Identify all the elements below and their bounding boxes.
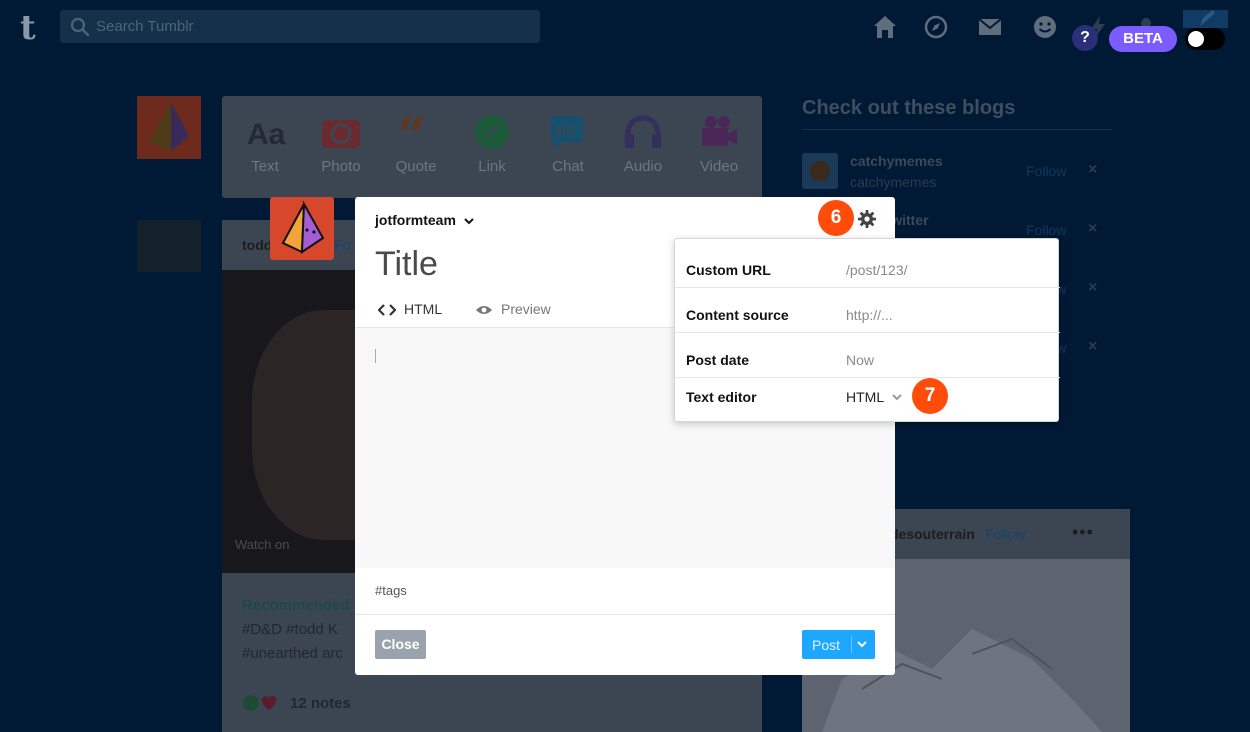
dismiss-blog-icon[interactable]: × xyxy=(1088,338,1097,356)
setting-label: Content source xyxy=(686,307,789,323)
custom-url-input[interactable]: /post/123/ xyxy=(846,262,908,278)
headphones-icon xyxy=(624,115,662,148)
more-options-icon[interactable]: ••• xyxy=(1072,522,1094,543)
modal-blog-avatar xyxy=(270,197,334,260)
radar-follow-link[interactable]: Follow xyxy=(985,526,1025,542)
post-type-chat[interactable]: hi! Chat xyxy=(538,114,598,175)
text-cursor xyxy=(375,349,376,363)
post-tags-line[interactable]: #unearthed arc xyxy=(242,645,343,662)
reactions-icon xyxy=(243,695,277,711)
chevron-down-icon[interactable] xyxy=(890,390,904,404)
blog-subtitle: catchymemes xyxy=(850,174,937,190)
tab-html[interactable]: HTML xyxy=(377,301,442,317)
close-button[interactable]: Close xyxy=(375,630,426,659)
setting-label: Post date xyxy=(686,352,750,368)
setting-post-date[interactable]: Post date Now xyxy=(675,333,1060,378)
setting-text-editor[interactable]: Text editor HTML xyxy=(675,377,1060,422)
blog-selector-label: jotformteam xyxy=(375,212,456,228)
setting-label: Custom URL xyxy=(686,262,771,278)
svg-text:“: “ xyxy=(397,114,427,150)
dismiss-blog-icon[interactable]: × xyxy=(1088,161,1097,179)
post-type-video[interactable]: Video xyxy=(689,114,749,175)
post-button-separator xyxy=(851,636,852,653)
post-type-audio[interactable]: Audio xyxy=(613,114,673,175)
watch-on-label[interactable]: Watch on xyxy=(235,537,289,552)
home-icon[interactable] xyxy=(871,13,899,41)
post-button-label: Post xyxy=(812,637,841,653)
sidebar-title: Check out these blogs xyxy=(802,97,1016,119)
emoji-icon[interactable] xyxy=(1031,13,1059,41)
pyramid-avatar-icon xyxy=(281,200,325,254)
radar-blog-name[interactable]: desouterrain xyxy=(890,526,975,542)
search-bar[interactable]: Search Tumblr xyxy=(60,10,540,43)
post-author-name[interactable]: todd xyxy=(242,237,272,253)
post-type-quote[interactable]: “ Quote xyxy=(386,114,446,175)
code-icon xyxy=(377,304,397,317)
svg-text:hi!: hi! xyxy=(556,123,576,140)
content-source-input[interactable]: http://... xyxy=(846,307,893,323)
post-button[interactable]: Post xyxy=(802,630,875,659)
blog-avatar-icon xyxy=(810,161,830,181)
video-camera-icon xyxy=(702,116,737,146)
svg-text:Aa: Aa xyxy=(247,118,286,150)
blog-avatar[interactable] xyxy=(802,153,838,189)
title-input[interactable]: Title xyxy=(375,245,438,284)
top-bar: t Search Tumblr ? BETA xyxy=(0,0,1250,54)
post-type-text[interactable]: Aa Text xyxy=(235,114,295,175)
step-badge-7: 7 xyxy=(912,378,948,414)
footer-divider xyxy=(355,614,895,615)
pyramid-avatar-icon xyxy=(149,102,189,151)
quote-icon: “ xyxy=(397,114,427,150)
setting-custom-url[interactable]: Custom URL /post/123/ xyxy=(675,243,1060,288)
step-badge-6: 6 xyxy=(818,200,854,236)
blog-follow-link[interactable]: Follow xyxy=(1026,222,1066,238)
text-editor-select[interactable]: HTML xyxy=(846,389,884,405)
recommended-blog-row[interactable]: catchymemes catchymemes Follow × xyxy=(802,153,1112,203)
inbox-icon[interactable] xyxy=(976,13,1004,41)
post-type-link[interactable]: Link xyxy=(462,114,522,175)
dismiss-blog-icon[interactable]: × xyxy=(1088,279,1097,297)
blog-selector[interactable]: jotformteam xyxy=(375,212,474,228)
dismiss-blog-icon[interactable]: × xyxy=(1088,220,1097,238)
pencil-icon xyxy=(1200,10,1215,26)
tumblr-logo[interactable]: t xyxy=(20,8,36,48)
chevron-down-icon xyxy=(464,218,474,225)
post-settings-dropdown: Custom URL /post/123/ Content source htt… xyxy=(674,238,1060,422)
chevron-down-icon[interactable] xyxy=(855,637,869,651)
toggle-knob xyxy=(1188,31,1204,47)
setting-content-source[interactable]: Content source http://... xyxy=(675,288,1060,333)
tab-preview[interactable]: Preview xyxy=(475,301,551,317)
beta-badge[interactable]: BETA xyxy=(1109,26,1177,52)
compose-button[interactable] xyxy=(1183,10,1228,28)
text-icon: Aa xyxy=(247,118,286,150)
sidebar-divider xyxy=(802,129,1112,130)
post-follow-link[interactable]: Fo xyxy=(334,237,350,253)
search-icon xyxy=(70,17,90,37)
post-type-bar: Aa Text Photo “ Quote Link hi! Chat Audi… xyxy=(222,96,762,198)
post-author-avatar[interactable] xyxy=(137,220,201,272)
blog-follow-link[interactable]: Follow xyxy=(1026,163,1066,179)
camera-icon xyxy=(322,120,360,148)
setting-label: Text editor xyxy=(686,389,757,405)
link-icon xyxy=(475,115,509,149)
recommended-label: Recommended xyxy=(242,597,350,614)
tags-input[interactable]: #tags xyxy=(375,583,407,598)
post-tags-line[interactable]: #D&D #todd K xyxy=(242,621,338,638)
search-placeholder: Search Tumblr xyxy=(96,18,194,35)
post-type-photo[interactable]: Photo xyxy=(311,114,371,175)
user-avatar[interactable] xyxy=(137,96,201,159)
chat-icon: hi! xyxy=(551,116,583,149)
post-date-input[interactable]: Now xyxy=(846,352,874,368)
eye-icon xyxy=(476,306,492,315)
notes-count[interactable]: 12 notes xyxy=(290,695,351,712)
gear-icon[interactable] xyxy=(857,209,877,229)
beta-toggle[interactable] xyxy=(1185,28,1225,50)
blog-name[interactable]: catchymemes xyxy=(850,153,943,169)
help-button[interactable]: ? xyxy=(1072,25,1098,51)
explore-icon[interactable] xyxy=(922,13,950,41)
